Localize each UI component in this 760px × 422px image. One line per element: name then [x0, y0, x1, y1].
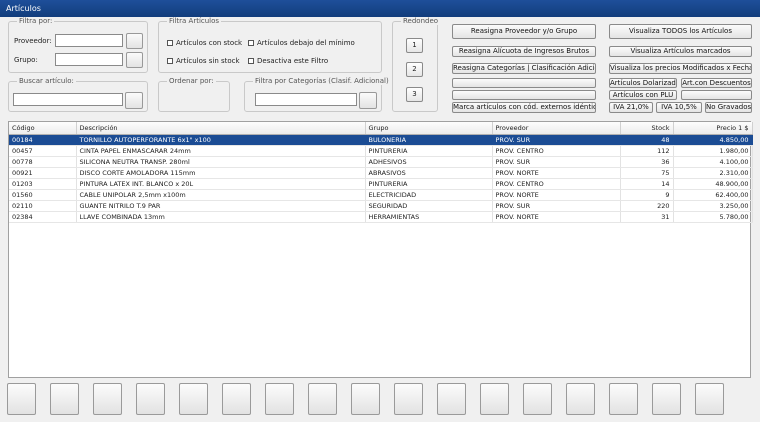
- function-button-1[interactable]: [7, 383, 36, 415]
- articulos-con-plu-button[interactable]: Artículos con PLU: [609, 90, 677, 100]
- filtra-por-group: Filtra por: Proveedor: Grupo:: [8, 17, 148, 73]
- no-gravados-button[interactable]: No Gravados: [705, 102, 752, 113]
- grupo-lookup-button[interactable]: [126, 52, 143, 68]
- function-button-4[interactable]: [136, 383, 165, 415]
- col-header-proveedor[interactable]: Proveedor: [492, 122, 621, 135]
- function-button-5[interactable]: [179, 383, 208, 415]
- grupo-label: Grupo:: [14, 56, 38, 64]
- redondeo-3-button[interactable]: 3: [406, 87, 423, 102]
- categorias-input[interactable]: [255, 93, 357, 106]
- function-button-9[interactable]: [351, 383, 380, 415]
- reasigna-alicuota-button[interactable]: Reasigna Alícuota de Ingresos Brutos: [452, 46, 596, 57]
- function-button-11[interactable]: [437, 383, 466, 415]
- proveedor-input[interactable]: [55, 34, 123, 47]
- buscar-articulo-button[interactable]: [125, 92, 143, 109]
- articulos-table-container[interactable]: Código Descripción Grupo Proveedor Stock…: [8, 121, 753, 378]
- proveedor-label: Proveedor:: [14, 37, 52, 45]
- buscar-articulo-input[interactable]: [13, 93, 123, 106]
- marca-externos-button[interactable]: Marca artículos con cód. externos idénti…: [452, 102, 596, 113]
- articulos-dolarizados-button[interactable]: Artículos Dolarizados: [609, 78, 677, 88]
- iva-105-button[interactable]: IVA 10,5%: [656, 102, 702, 113]
- desactiva-filtro-checkbox[interactable]: Desactiva este Filtro: [248, 57, 328, 65]
- articulos-con-stock-checkbox[interactable]: Artículos con stock: [167, 39, 242, 47]
- function-button-2[interactable]: [50, 383, 79, 415]
- table-row[interactable]: 01203 PINTURA LATEX INT. BLANCO x 20L PINT…: [9, 178, 753, 190]
- table-row[interactable]: 00778 SILICONA NEUTRA TRANSP. 280ml ADHESI…: [9, 156, 753, 168]
- redondeo-1-button[interactable]: 1: [406, 38, 423, 53]
- function-button-10[interactable]: [394, 383, 423, 415]
- blank-action-button-1[interactable]: [452, 78, 596, 88]
- visualiza-todos-button[interactable]: Visualiza TODOS los Artículos: [609, 24, 752, 39]
- function-button-3[interactable]: [93, 383, 122, 415]
- table-row[interactable]: 02110 GUANTE NITRILO T.9 PAR SEGURIDAD PROV…: [9, 200, 753, 212]
- proveedor-lookup-button[interactable]: [126, 33, 143, 49]
- grupo-input[interactable]: [55, 53, 123, 66]
- visualiza-marcados-button[interactable]: Visualiza Artículos marcados: [609, 46, 752, 57]
- col-header-precio[interactable]: Precio 1 $: [673, 122, 753, 135]
- col-header-descripcion[interactable]: Descripción: [76, 122, 366, 135]
- window-titlebar: Artículos: [0, 0, 760, 17]
- window-title: Artículos: [6, 4, 41, 13]
- articulos-debajo-minimo-checkbox[interactable]: Artículos debajo del mínimo: [248, 39, 355, 47]
- filtra-articulos-group: Filtra Artículos Artículos con stock Art…: [158, 17, 382, 73]
- function-button-16[interactable]: [652, 383, 681, 415]
- table-row[interactable]: 01560 CABLE UNIPOLAR 2,5mm x100m ELECTRICI…: [9, 189, 753, 201]
- table-row[interactable]: 02384 LLAVE COMBINADA 13mm HERRAMIENTAS PRO…: [9, 211, 753, 223]
- function-button-8[interactable]: [308, 383, 337, 415]
- filtra-por-legend: Filtra por:: [17, 17, 55, 25]
- visualiza-precios-fecha-button[interactable]: Visualiza los precios Modificados x Fech…: [609, 63, 752, 74]
- reasigna-proveedor-button[interactable]: Reasigna Proveedor y/o Grupo: [452, 24, 596, 39]
- blank-action-button-3[interactable]: [681, 90, 752, 100]
- function-button-14[interactable]: [566, 383, 595, 415]
- buscar-articulo-group: Buscar artículo:: [8, 77, 148, 112]
- articulos-table: Código Descripción Grupo Proveedor Stock…: [9, 122, 753, 223]
- categorias-group: Filtra por Categorías (Clasif. Adicional…: [244, 77, 391, 112]
- articulos-sin-stock-checkbox[interactable]: Artículos sin stock: [167, 57, 240, 65]
- categorias-legend: Filtra por Categorías (Clasif. Adicional…: [253, 77, 391, 85]
- iva-21-button[interactable]: IVA 21,0%: [609, 102, 653, 113]
- function-button-17[interactable]: [695, 383, 724, 415]
- function-button-12[interactable]: [480, 383, 509, 415]
- reasigna-categorias-button[interactable]: Reasigna Categorías | Clasificación Adic…: [452, 63, 596, 74]
- table-row[interactable]: 00921 DISCO CORTE AMOLADORA 115mm ABRASIVO…: [9, 167, 753, 179]
- categorias-lookup-button[interactable]: [359, 92, 377, 109]
- ordenar-por-legend: Ordenar por:: [167, 77, 216, 85]
- articulos-descuentos-button[interactable]: Art.con Descuentos: [681, 78, 752, 88]
- function-button-6[interactable]: [222, 383, 251, 415]
- col-header-grupo[interactable]: Grupo: [365, 122, 493, 135]
- function-button-7[interactable]: [265, 383, 294, 415]
- col-header-stock[interactable]: Stock: [620, 122, 674, 135]
- buscar-articulo-legend: Buscar artículo:: [17, 77, 76, 85]
- function-button-13[interactable]: [523, 383, 552, 415]
- table-header-row: Código Descripción Grupo Proveedor Stock…: [9, 122, 753, 135]
- ordenar-por-group: Ordenar por:: [158, 77, 230, 112]
- blank-action-button-2[interactable]: [452, 90, 596, 100]
- table-row[interactable]: 00457 CINTA PAPEL ENMASCARAR 24mm PINTURER…: [9, 145, 753, 157]
- table-row[interactable]: 00184 TORNILLO AUTOPERFORANTE 6x1" x100 BU…: [9, 134, 753, 146]
- col-header-codigo[interactable]: Código: [9, 122, 77, 135]
- redondeo-legend: Redondeo: [401, 17, 441, 25]
- redondeo-2-button[interactable]: 2: [406, 62, 423, 77]
- function-button-bar: [0, 380, 760, 422]
- function-button-15[interactable]: [609, 383, 638, 415]
- redondeo-group: Redondeo 1 2 3: [392, 17, 441, 112]
- filtra-articulos-legend: Filtra Artículos: [167, 17, 222, 25]
